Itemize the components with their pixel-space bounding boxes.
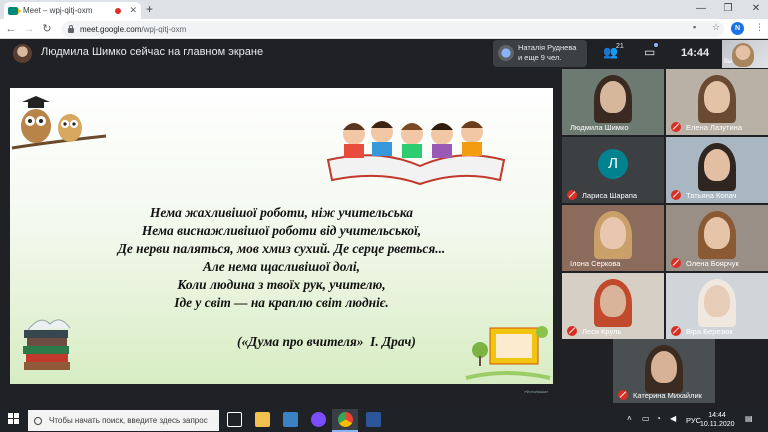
new-tab-button[interactable]: + <box>146 3 153 15</box>
self-face <box>732 43 754 67</box>
participant-face <box>704 217 730 249</box>
participant-name: Олена Боярчук <box>686 259 739 268</box>
participant-name: Леся Круль <box>582 327 622 336</box>
window-maximize-button[interactable]: ❐ <box>717 1 739 17</box>
url-domain: meet.google.com <box>80 24 142 34</box>
participant-face <box>704 81 730 113</box>
lock-icon <box>68 24 74 33</box>
camera-icon[interactable]: ▪ <box>693 22 696 32</box>
participant-tile[interactable]: Олена Боярчук <box>666 205 768 271</box>
poem-line: Нема жахливішої роботи, ніж учительська <box>149 205 414 220</box>
participant-tile[interactable]: Людмила Шимко <box>562 69 664 135</box>
search-icon <box>34 416 42 425</box>
notifications-icon[interactable]: ▤ <box>745 414 753 423</box>
forward-arrow-icon[interactable]: → <box>22 21 36 37</box>
tab-close-icon[interactable]: ✕ <box>129 5 137 16</box>
children-reading-illustration <box>326 121 506 186</box>
file-explorer-icon[interactable] <box>255 412 270 427</box>
taskbar-search-input[interactable]: Чтобы начать поиск, введите здесь запрос <box>28 410 219 431</box>
word-icon[interactable] <box>366 412 381 427</box>
participant-name: Ілона Серкова <box>570 259 621 268</box>
presenter-avatar <box>13 44 32 63</box>
system-date: 10.11.2020 <box>700 421 735 428</box>
mic-muted-icon <box>671 258 681 268</box>
self-view-label: Вы <box>724 59 733 65</box>
battery-icon[interactable]: ▭ <box>642 414 650 423</box>
mic-muted-icon <box>671 326 681 336</box>
participant-name: Татьяна Копач <box>686 191 737 200</box>
meet-favicon-icon <box>8 6 21 15</box>
participant-tile[interactable]: Ілона Серкова <box>562 205 664 271</box>
reload-icon[interactable]: ↻ <box>40 21 54 37</box>
slide-quote-attribution: («Дума про вчителя» І. Драч) <box>237 334 416 349</box>
people-count: 21 <box>616 43 624 50</box>
participant-chip-avatar <box>498 45 514 61</box>
task-view-icon[interactable] <box>227 412 242 427</box>
poem-line: Але нема щасливішої долі, <box>202 259 361 274</box>
books-trees-illustration <box>465 326 551 380</box>
volume-icon[interactable]: ◀ <box>670 414 676 423</box>
participant-tile[interactable]: Л Лариса Шарапа <box>562 137 664 203</box>
menu-dots-icon[interactable]: ⋮ <box>755 22 764 33</box>
participant-face <box>651 351 677 383</box>
system-time: 14:44 <box>708 412 726 419</box>
participant-tile[interactable]: Татьяна Копач <box>666 137 768 203</box>
url-path: /wpj-qitj-oxm <box>141 24 187 34</box>
participant-face <box>704 285 730 317</box>
mic-muted-icon <box>567 190 577 200</box>
profile-avatar[interactable]: N <box>731 22 744 35</box>
participant-name: Катерина Михайлик <box>633 391 702 400</box>
browser-tab-meet[interactable]: Meet – wpj-qitj-oxm ✕ <box>4 2 141 19</box>
mic-muted-icon <box>618 390 628 400</box>
mic-muted-icon <box>567 326 577 336</box>
participant-tile[interactable]: Віра Березюк <box>666 273 768 339</box>
network-icon[interactable]: ◔ <box>656 414 661 423</box>
chat-unread-dot <box>654 43 658 47</box>
participant-tile[interactable]: Леся Круль <box>562 273 664 339</box>
participant-tile[interactable]: Елена Лазутина <box>666 69 768 135</box>
poem-line: Нема виснажливішої роботи від учительськ… <box>141 223 422 238</box>
viber-icon[interactable] <box>311 412 326 427</box>
tab-title: Meet – wpj-qitj-oxm <box>23 6 93 15</box>
mic-muted-icon <box>671 122 681 132</box>
store-icon[interactable] <box>283 412 298 427</box>
participant-face <box>600 217 626 249</box>
book-stack-illustration <box>23 319 71 370</box>
participant-face <box>600 285 626 317</box>
recording-dot-icon <box>115 7 122 14</box>
tray-chevron-icon[interactable]: ˄ <box>627 414 632 423</box>
participant-name: Лариса Шарапа <box>582 191 638 200</box>
owls-illustration <box>11 96 107 150</box>
participant-face <box>704 149 730 181</box>
participant-tile[interactable]: Катерина Михайлик <box>613 339 715 403</box>
slide-credit: «Фото/ваша» <box>524 389 549 394</box>
language-indicator[interactable]: РУС <box>686 416 701 425</box>
participant-name: Елена Лазутина <box>686 123 742 132</box>
meeting-clock: 14:44 <box>681 47 710 59</box>
participants-chip-text: Наталія Руднева и еще 9 чел. <box>518 43 576 63</box>
participant-face <box>600 81 626 113</box>
mic-muted-icon <box>671 190 681 200</box>
poem-line: Коли людина з твоїх рук, учителю, <box>177 277 386 292</box>
back-arrow-icon[interactable]: ← <box>4 21 18 37</box>
poem-line: Де нерви паляться, мов хмиз сухий. Де се… <box>117 241 446 256</box>
poem-line: Іде у світ — на краплю світ людніє. <box>174 295 389 310</box>
slide-poem: Нема жахливішої роботи, ніж учительська … <box>10 204 553 312</box>
participants-chip-more: и еще 9 чел. <box>518 53 562 62</box>
window-minimize-button[interactable]: — <box>690 1 712 17</box>
participant-name: Віра Березюк <box>686 327 733 336</box>
system-clock[interactable]: 14:44 10.11.2020 <box>700 411 735 429</box>
search-placeholder: Чтобы начать поиск, введите здесь запрос <box>49 416 208 425</box>
url-input[interactable]: meet.google.com/wpj-qitj-oxm <box>62 21 724 37</box>
chat-icon[interactable]: ▭ <box>644 45 655 59</box>
windows-start-icon[interactable] <box>8 413 20 425</box>
participant-avatar: Л <box>598 149 628 179</box>
presenter-banner: Людмила Шимко сейчас на главном экране <box>41 46 264 58</box>
chrome-icon[interactable] <box>338 412 353 427</box>
window-close-button[interactable]: ✕ <box>745 1 767 17</box>
participants-chip-name: Наталія Руднева <box>518 43 577 52</box>
participant-name: Людмила Шимко <box>570 123 629 132</box>
bookmark-star-icon[interactable]: ☆ <box>712 22 720 33</box>
